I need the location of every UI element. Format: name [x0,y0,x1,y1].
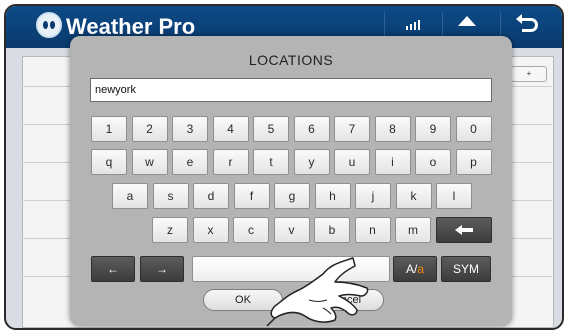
key-j[interactable]: j [355,183,391,209]
key-u[interactable]: u [334,149,370,175]
locations-dialog: LOCATIONS newyork 1234567890qwertyuiopas… [70,36,512,327]
key-p[interactable]: p [455,149,492,175]
key-s[interactable]: s [152,183,189,209]
key-9[interactable]: 9 [415,116,451,142]
key-l[interactable]: l [436,183,472,209]
key-4[interactable]: 4 [212,116,249,142]
case-toggle-lower: a [417,262,425,276]
app-icon [36,12,62,38]
key-8[interactable]: 8 [374,116,411,142]
case-toggle-key[interactable]: A/a [393,256,437,282]
key-n[interactable]: n [354,217,391,243]
case-toggle-upper: A/ [405,262,418,276]
add-location-button[interactable]: + [511,66,547,82]
key-5[interactable]: 5 [253,116,289,142]
hand-pointer-icon [266,257,369,327]
key-c[interactable]: c [233,217,269,243]
key-b[interactable]: b [314,217,350,243]
key-q[interactable]: q [91,149,127,175]
key-t[interactable]: t [253,149,289,175]
key-x[interactable]: x [192,217,229,243]
signal-icon[interactable] [406,20,420,30]
device-frame: Weather Pro + LOCATIONS newyork 12345678… [4,4,564,330]
cursor-right-key[interactable]: → [140,256,184,282]
key-3[interactable]: 3 [172,116,208,142]
key-g[interactable]: g [274,183,310,209]
location-input[interactable]: newyork [90,78,492,102]
home-icon[interactable] [458,16,476,26]
key-r[interactable]: r [212,149,249,175]
key-e[interactable]: e [172,149,208,175]
back-icon[interactable] [516,14,538,32]
cursor-left-key[interactable]: ← [91,256,135,282]
symbols-key[interactable]: SYM [441,256,491,282]
key-0[interactable]: 0 [455,116,492,142]
key-a[interactable]: a [112,183,148,209]
key-h[interactable]: h [314,183,351,209]
key-i[interactable]: i [374,149,411,175]
key-z[interactable]: z [152,217,188,243]
key-w[interactable]: w [131,149,168,175]
key-y[interactable]: y [293,149,330,175]
key-6[interactable]: 6 [293,116,330,142]
dialog-title: LOCATIONS [248,52,334,68]
backspace-icon [454,225,473,235]
key-v[interactable]: v [273,217,310,243]
key-m[interactable]: m [395,217,431,243]
key-d[interactable]: d [193,183,229,209]
key-o[interactable]: o [415,149,451,175]
key-2[interactable]: 2 [131,116,168,142]
key-7[interactable]: 7 [334,116,370,142]
backspace-key[interactable] [435,217,492,243]
key-1[interactable]: 1 [91,116,127,142]
key-k[interactable]: k [395,183,432,209]
key-f[interactable]: f [233,183,270,209]
